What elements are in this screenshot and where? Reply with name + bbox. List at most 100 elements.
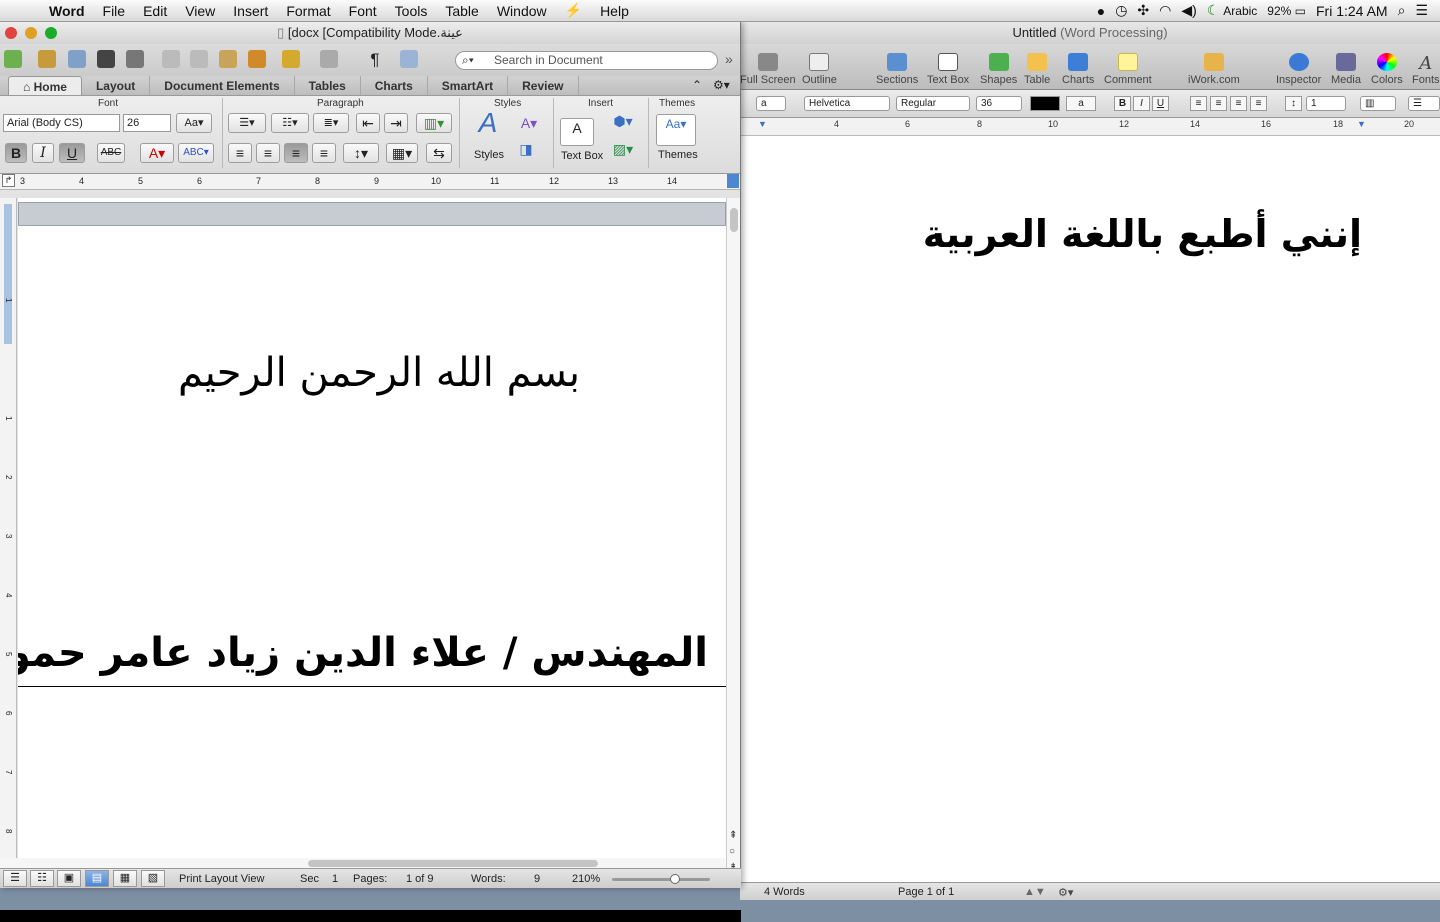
tab-layout[interactable]: Layout (82, 76, 151, 95)
underline-button[interactable]: U (1152, 96, 1169, 111)
pages-charts-button[interactable]: Charts (1062, 53, 1094, 86)
tab-home[interactable]: ⌂ Home (8, 76, 82, 95)
justify-button[interactable]: ≡ (312, 143, 336, 163)
pages-iwork-button[interactable]: iWork.com (1188, 53, 1240, 86)
save-icon[interactable] (97, 50, 115, 68)
close-window-icon[interactable] (5, 27, 17, 39)
time-machine-icon[interactable]: ◷ (1115, 2, 1127, 19)
align-center-button[interactable]: ≡ (1210, 96, 1227, 111)
gallery-icon[interactable] (38, 50, 56, 68)
highlight-color-well[interactable]: a (1066, 96, 1096, 111)
page-nav-arrows-icon[interactable]: ▲▼ (1024, 886, 1046, 898)
italic-button[interactable]: I (1133, 96, 1150, 111)
styles-gallery-icon[interactable]: A (467, 109, 509, 148)
vertical-ruler[interactable]: 1 1 2 3 4 5 6 7 8 (0, 198, 17, 878)
redo-icon[interactable] (320, 50, 338, 68)
align-right-button[interactable]: ≡ (284, 143, 308, 163)
list-select[interactable]: ☰ (1408, 96, 1440, 111)
horizontal-scroll-thumb[interactable] (308, 860, 598, 867)
menu-window[interactable]: Window (488, 3, 556, 19)
text-box-icon[interactable]: A (560, 118, 594, 146)
menu-help[interactable]: Help (591, 3, 638, 19)
text-color-well[interactable] (1030, 96, 1060, 111)
menu-tools[interactable]: Tools (386, 3, 437, 19)
print-layout-view-icon[interactable]: ▤ (85, 870, 109, 887)
text-box-label[interactable]: Text Box (561, 150, 603, 162)
open-icon[interactable] (68, 50, 86, 68)
script-menu-icon[interactable]: ⚡ (556, 2, 591, 19)
tab-stop-selector-icon[interactable]: ↱ (2, 174, 15, 187)
align-left-button[interactable]: ≡ (1190, 96, 1207, 111)
paragraph-style-select[interactable]: a (756, 96, 786, 111)
menu-table[interactable]: Table (436, 3, 487, 19)
align-left-button[interactable]: ≡ (228, 143, 252, 163)
undo-icon[interactable] (282, 50, 300, 68)
toolbar-overflow-icon[interactable]: » (725, 51, 733, 67)
document-line-basmala[interactable]: بسم الله الرحمن الرحيم (178, 350, 580, 396)
vertical-scrollbar[interactable]: ⇞ ○ ⇟ (726, 198, 740, 878)
bold-button[interactable]: B (5, 143, 27, 163)
pages-body-text[interactable]: إنني أطبع باللغة العربية (923, 212, 1362, 256)
right-indent-marker[interactable]: ▼ (1357, 119, 1366, 129)
clock[interactable]: Fri 1:24 AM (1316, 3, 1388, 19)
print-icon[interactable] (126, 50, 144, 68)
tab-tables[interactable]: Tables (295, 76, 361, 95)
increase-indent-icon[interactable]: ⇥ (384, 113, 408, 133)
horizontal-ruler[interactable]: ↱ 3 4 5 6 7 8 9 10 11 12 13 14 (0, 174, 740, 190)
draft-view-icon[interactable]: ☰ (3, 870, 27, 887)
publishing-view-icon[interactable]: ▣ (57, 870, 81, 887)
borders-button[interactable]: ▦▾ (386, 143, 418, 163)
text-direction-icon[interactable]: ⇆ (426, 143, 452, 163)
wifi-icon[interactable]: ◠ (1159, 2, 1171, 19)
menu-insert[interactable]: Insert (224, 3, 277, 19)
zoom-slider-knob[interactable] (670, 874, 680, 884)
numbering-button[interactable]: ☷▾ (271, 113, 309, 133)
underline-button[interactable]: U (59, 143, 85, 163)
font-size-select[interactable]: 36 (976, 96, 1022, 111)
pages-shapes-button[interactable]: Shapes (980, 53, 1017, 86)
menu-file[interactable]: File (94, 3, 135, 19)
line-spacing-icon[interactable]: ↕ (1285, 96, 1302, 111)
tab-document-elements[interactable]: Document Elements (150, 76, 295, 95)
shape-insert-icon[interactable]: ⬢▾ (608, 112, 638, 132)
highlight-button[interactable]: ABC▾ (178, 143, 214, 163)
menu-format[interactable]: Format (277, 3, 339, 19)
text-effects-icon[interactable]: A▾ (514, 114, 544, 134)
line-spacing-select[interactable]: 1 (1306, 96, 1346, 111)
pages-text-box-button[interactable]: Text Box (927, 53, 969, 86)
picture-insert-icon[interactable]: ▨▾ (608, 140, 638, 160)
pages-colors-button[interactable]: Colors (1371, 53, 1403, 86)
pages-ruler[interactable]: ▼ 4 6 8 10 12 14 16 18 ▼ 20 (740, 118, 1440, 136)
horizontal-scrollbar[interactable] (0, 858, 726, 868)
pages-sections-button[interactable]: Sections (876, 53, 918, 86)
columns-select[interactable]: ▥ (1360, 96, 1396, 111)
font-color-button[interactable]: A▾ (140, 143, 174, 163)
menu-app-word[interactable]: Word (40, 3, 94, 19)
outline-view-icon[interactable]: ☷ (30, 870, 54, 887)
focus-view-icon[interactable]: ▧ (141, 870, 165, 887)
columns-button[interactable]: ▥▾ (416, 113, 452, 133)
notebook-view-icon[interactable]: ▦ (113, 870, 137, 887)
cut-icon[interactable] (162, 50, 180, 68)
tab-smartart[interactable]: SmartArt (428, 76, 509, 95)
evernote-icon[interactable]: ● (1097, 3, 1105, 19)
font-family-select[interactable]: Helvetica (804, 96, 890, 111)
tab-charts[interactable]: Charts (361, 76, 428, 95)
left-indent-marker[interactable]: ▼ (758, 119, 767, 129)
notification-center-icon[interactable]: ☰ (1415, 2, 1428, 19)
styles-label[interactable]: Styles (474, 149, 504, 161)
menu-edit[interactable]: Edit (134, 3, 176, 19)
bold-button[interactable]: B (1114, 96, 1131, 111)
minimize-window-icon[interactable] (25, 27, 37, 39)
typeface-select[interactable]: Regular (896, 96, 970, 111)
font-name-field[interactable]: Arial (Body CS) (3, 114, 120, 132)
input-source-menu[interactable]: ☾ Arabic (1207, 2, 1257, 19)
pages-action-gear-icon[interactable]: ⚙▾ (1058, 886, 1073, 899)
bullets-button[interactable]: ☰▾ (228, 113, 266, 133)
align-right-button[interactable]: ≡ (1230, 96, 1247, 111)
menu-view[interactable]: View (176, 3, 224, 19)
tab-review[interactable]: Review (508, 76, 579, 95)
bluetooth-icon[interactable]: ✣ (1137, 2, 1149, 19)
browse-object-icon[interactable]: ○ (729, 846, 735, 857)
pages-inspector-button[interactable]: Inspector (1276, 53, 1321, 86)
